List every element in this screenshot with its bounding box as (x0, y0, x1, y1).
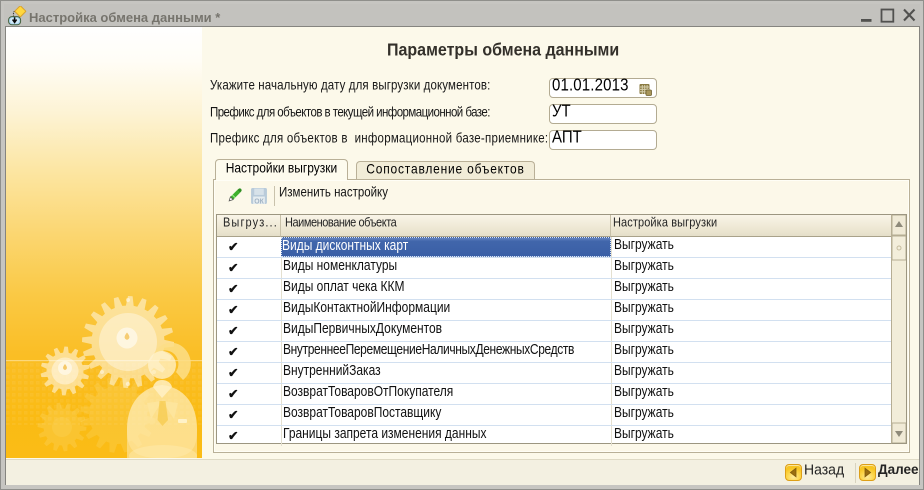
svg-text:ОК: ОК (254, 198, 264, 205)
